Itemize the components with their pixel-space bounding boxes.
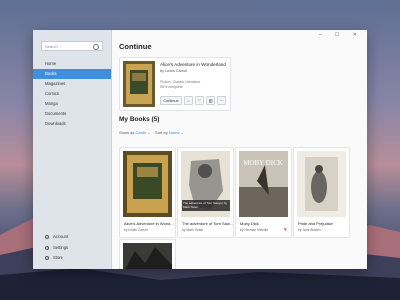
moby-dick-cover: MOBY DICK bbox=[239, 151, 288, 217]
sidebar-item-magazines[interactable]: Magazines bbox=[33, 79, 111, 89]
continue-book-progress: 55% complete bbox=[160, 85, 183, 89]
continue-book-genres: Fiction, Classic Literature bbox=[160, 80, 201, 84]
sidebar-item-settings[interactable]: Settings bbox=[33, 243, 111, 254]
store-icon bbox=[45, 256, 49, 260]
sidebar-item-downloads[interactable]: Downloads bbox=[33, 119, 111, 129]
app-window: Search Home Books Magazines Comics Manga… bbox=[33, 30, 367, 269]
alice-cover bbox=[123, 151, 172, 217]
more-button[interactable]: ⋯ bbox=[217, 96, 226, 105]
sidebar-bottom: Account Settings Store bbox=[33, 232, 111, 264]
book-author: by Jane Austen bbox=[298, 228, 321, 232]
book-title: The adventure of Tom Saw... bbox=[182, 221, 233, 226]
sidebar-item-books[interactable]: Books bbox=[33, 69, 111, 79]
gear-icon bbox=[45, 245, 49, 250]
sidebar-item-comics[interactable]: Comics bbox=[33, 89, 111, 99]
sort-by-dropdown[interactable]: Name bbox=[169, 130, 180, 135]
continue-book-author: by Lewis Carroll bbox=[160, 69, 188, 73]
sidebar-item-label: Store bbox=[53, 255, 64, 260]
continue-button[interactable]: Continue bbox=[160, 96, 182, 105]
book-title: Pride and Prejudice bbox=[298, 221, 333, 226]
show-as-label: Show as bbox=[119, 130, 135, 135]
chevron-down-icon: ⌄ bbox=[147, 130, 151, 135]
account-icon bbox=[45, 235, 49, 239]
book-card-tom-sawyer[interactable]: The adventure of Tom Sawyer by Mark Twai… bbox=[177, 147, 234, 238]
sidebar-item-store[interactable]: Store bbox=[33, 253, 111, 264]
sidebar-item-label: Account bbox=[53, 234, 69, 239]
sidebar-item-home[interactable]: Home bbox=[33, 59, 111, 69]
continue-book-title: Alice's Adventure in Wonderland bbox=[160, 62, 226, 67]
continue-card[interactable]: Alice's Adventure in Wonderland by Lewis… bbox=[119, 57, 231, 111]
book-author: by Lewis Carroll bbox=[124, 228, 148, 232]
search-placeholder: Search bbox=[45, 44, 58, 49]
book-author: by Herman Melville bbox=[240, 228, 269, 232]
bookmark-button[interactable]: ⌂ bbox=[184, 96, 193, 105]
book-card-pride-prejudice[interactable]: Pride and Prejudice by Jane Austen bbox=[293, 147, 350, 238]
book-card-alice[interactable]: Alice's Adventure in Wond... by Lewis Ca… bbox=[119, 147, 176, 238]
sidebar-item-manga[interactable]: Manga bbox=[33, 99, 111, 109]
bookmark-icon: ⌂ bbox=[187, 99, 190, 103]
heart-outline-icon: ♡ bbox=[197, 99, 202, 103]
continue-heading: Continue bbox=[119, 42, 152, 51]
book-cover bbox=[123, 243, 172, 269]
view-options: Show as Cards ⌄ Sort by Name ⌄ bbox=[119, 130, 184, 135]
heart-filled-icon[interactable]: ♥ bbox=[284, 227, 287, 233]
delete-button[interactable]: ▥ bbox=[206, 96, 215, 105]
book-author: by Mark Twain bbox=[182, 228, 204, 232]
window-controls[interactable]: – ☐ ✕ bbox=[319, 32, 363, 38]
book-tooltip: The adventure of Tom Sawyer by Mark Twai… bbox=[182, 200, 230, 211]
pride-prejudice-cover bbox=[297, 151, 346, 217]
chevron-down-icon: ⌄ bbox=[180, 130, 185, 135]
alice-cover bbox=[123, 61, 155, 107]
book-title: Moby Dick bbox=[240, 221, 259, 226]
book-card-fifth[interactable] bbox=[119, 239, 176, 269]
show-as-dropdown[interactable]: Cards bbox=[135, 130, 146, 135]
book-card-moby-dick[interactable]: MOBY DICK Moby Dick by Herman Melville ♥ bbox=[235, 147, 292, 238]
sidebar-nav: Home Books Magazines Comics Manga Docume… bbox=[33, 59, 111, 129]
moby-cover-text: MOBY DICK bbox=[243, 159, 283, 167]
main-content: – ☐ ✕ Continue Alice's Adventure in Wond… bbox=[112, 30, 367, 269]
sidebar: Search Home Books Magazines Comics Manga… bbox=[33, 30, 112, 269]
trash-icon: ▥ bbox=[208, 99, 213, 103]
sidebar-item-documents[interactable]: Documents bbox=[33, 109, 111, 119]
search-input[interactable]: Search bbox=[41, 41, 103, 51]
sidebar-item-label: Settings bbox=[53, 244, 69, 250]
search-icon bbox=[93, 44, 99, 50]
book-title: Alice's Adventure in Wond... bbox=[124, 221, 174, 226]
sort-by-label: Sort by bbox=[155, 130, 168, 135]
sidebar-item-account[interactable]: Account bbox=[33, 232, 111, 243]
favorite-button[interactable]: ♡ bbox=[195, 96, 204, 105]
my-books-heading: My Books (5) bbox=[119, 116, 160, 123]
more-icon: ⋯ bbox=[219, 99, 224, 103]
